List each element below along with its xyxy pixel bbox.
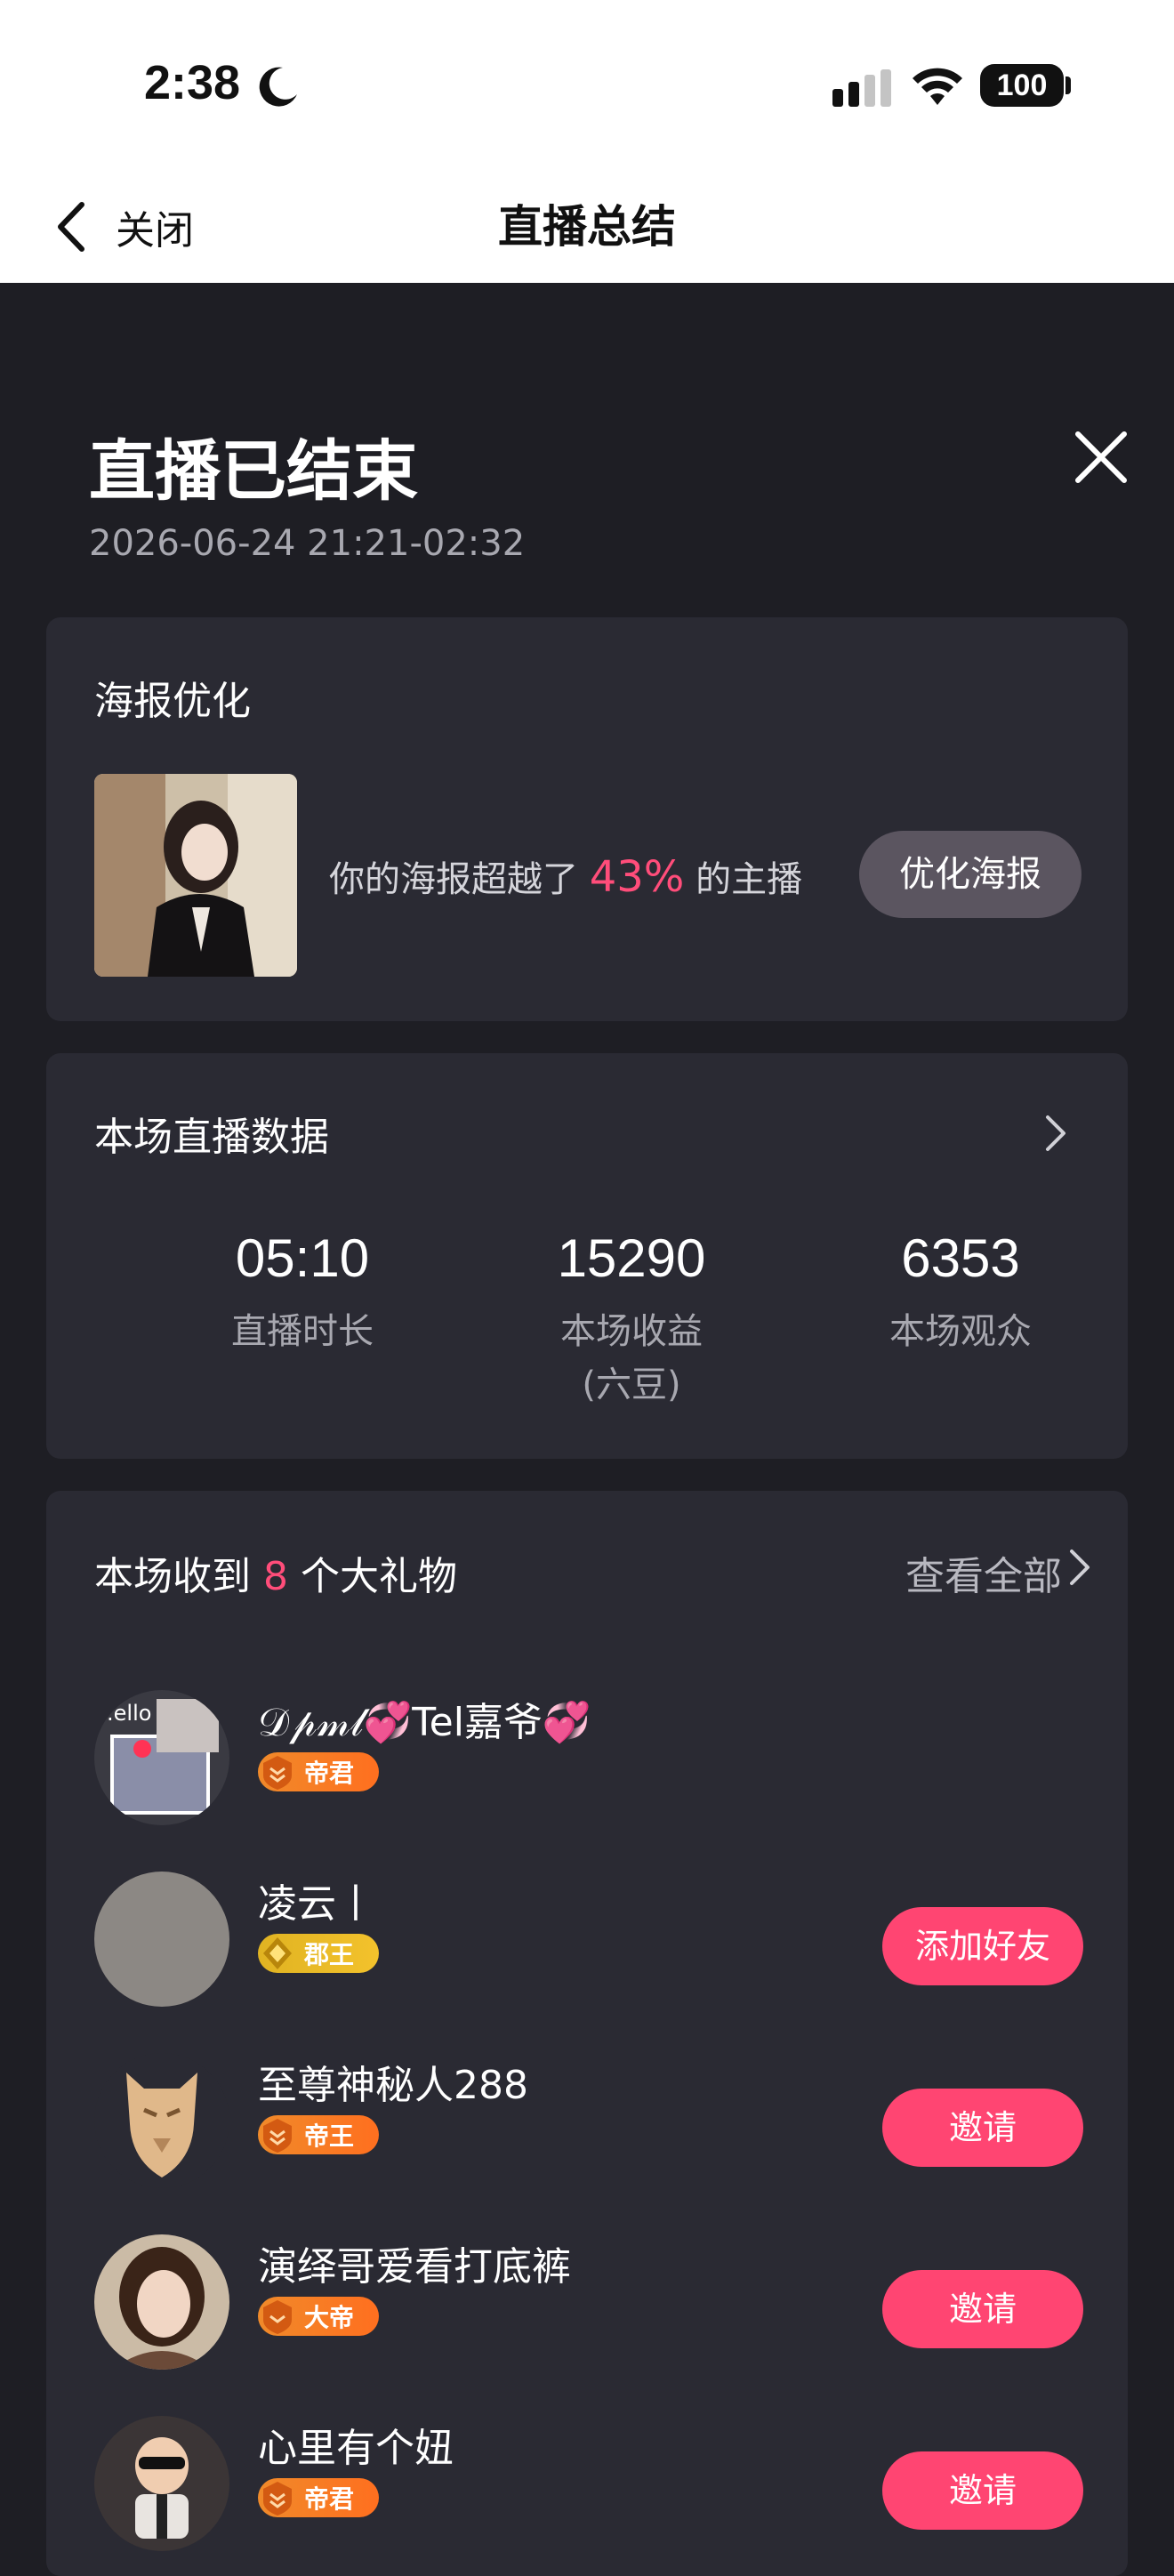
wifi-icon [913,68,962,105]
add-friend-button[interactable]: 添加好友 [882,1907,1083,1985]
rank-shield-icon [263,2300,292,2334]
poster-optimize-card: 海报优化 你的海报超越了 43% 的主播 优化海报 [46,617,1128,1021]
avatar-image [94,1872,229,2007]
stat-earnings: 15290 本场收益 (六豆) [498,1228,765,1412]
user-name: 𝒟𝓅𝓂𝓁💞Tel嘉爷💞 [258,1700,591,1745]
rank-badge: 帝王 [258,2115,379,2154]
avatar-image [94,2234,229,2370]
rank-badge: 帝君 [258,2478,379,2517]
live-time-range: 2026-06-24 21:21-02:32 [89,523,526,564]
status-time: 2:38 [144,56,241,109]
gifts-card: 本场收到 8 个大礼物 查看全部 .ello 𝒟𝓅𝓂𝓁💞Tel嘉爷💞 帝君 凌云… [46,1491,1128,2576]
rank-shield-icon [263,2119,292,2153]
avatar-image [94,2053,229,2188]
chevron-right-icon [1046,1115,1065,1151]
gift-user-row[interactable]: 心里有个妞 帝君 邀请 [46,2380,1128,2562]
poster-text-before: 你的海报超越了 [329,859,578,900]
avatar-image [94,2416,229,2551]
poster-percent: 43% [589,852,685,902]
stat-viewers: 6353 本场观众 [827,1228,1094,1358]
user-name: 至尊神秘人288 [258,2063,528,2108]
rank-shield-icon [263,1756,292,1790]
rank-badge-text: 郡王 [304,1940,355,1969]
page-title: 直播总结 [498,201,676,253]
invite-button[interactable]: 邀请 [882,2089,1083,2167]
rank-badge: 郡王 [258,1934,379,1973]
moon-icon [259,67,297,107]
invite-button[interactable]: 邀请 [882,2451,1083,2530]
rank-badge-text: 帝君 [304,1759,355,1788]
stat-value: 6353 [901,1228,1020,1288]
gifts-title-after: 个大礼物 [301,1554,457,1599]
rank-badge: 大帝 [258,2297,379,2336]
live-ended-title: 直播已结束 [89,433,418,510]
stat-label-unit: (六豆) [582,1364,681,1405]
stat-duration: 05:10 直播时长 [169,1228,436,1358]
gift-user-row[interactable]: 至尊神秘人288 帝王 邀请 [46,2017,1128,2199]
stat-label: 本场观众 [889,1311,1032,1352]
user-name: 凌云丨 [258,1881,375,1927]
gift-user-row[interactable]: .ello 𝒟𝓅𝓂𝓁💞Tel嘉爷💞 帝君 [46,1654,1128,1836]
nav-bar: 关闭 直播总结 [0,169,1174,283]
view-all-link[interactable]: 查看全部 [905,1544,1062,1601]
gifts-title-before: 本场收到 [94,1554,251,1599]
optimize-poster-button[interactable]: 优化海报 [859,831,1082,918]
rank-badge-text: 帝王 [304,2121,355,2151]
user-name: 心里有个妞 [258,2426,454,2471]
stat-label: 直播时长 [231,1311,374,1352]
poster-card-title: 海报优化 [94,679,251,724]
avatar[interactable] [94,2416,229,2551]
rank-badge: 帝君 [258,1752,379,1791]
stat-value: 05:10 [235,1228,370,1288]
poster-text-after: 的主播 [696,859,803,900]
svg-text:.ello: .ello [107,1701,151,1726]
poster-rank-text: 你的海报超越了 43% 的主播 [329,850,802,902]
rank-shield-icon [263,2482,292,2516]
poster-thumbnail[interactable] [94,774,297,977]
avatar[interactable]: .ello [94,1690,229,1825]
poster-image [94,774,297,977]
gifts-count: 8 [263,1554,288,1599]
avatar[interactable] [94,2234,229,2370]
live-data-card[interactable]: 本场直播数据 05:10 直播时长 15290 本场收益 (六豆) 6353 本… [46,1053,1128,1459]
invite-button[interactable]: 邀请 [882,2270,1083,2348]
stat-label: 本场收益 (六豆) [498,1305,765,1412]
stat-value: 15290 [557,1228,706,1288]
battery-indicator: 100 [980,64,1064,107]
live-ended-header: 直播已结束 [89,418,418,513]
close-icon[interactable] [1073,429,1130,486]
gift-user-row[interactable]: 演绎哥爱看打底裤 大帝 邀请 [46,2199,1128,2380]
rank-badge-text: 大帝 [304,2303,355,2332]
rank-badge-text: 帝君 [304,2484,355,2514]
avatar-image: .ello [94,1690,229,1825]
avatar[interactable] [94,1872,229,2007]
signal-icon [832,69,891,107]
status-bar: 2:38 100 [0,0,1174,169]
stat-label-main: 本场收益 [560,1311,703,1352]
user-name: 演绎哥爱看打底裤 [258,2244,571,2290]
chevron-right-icon[interactable] [1067,1548,1092,1587]
rank-diamond-icon [263,1937,292,1969]
gifts-title: 本场收到 8 个大礼物 [94,1544,457,1601]
avatar[interactable] [94,2053,229,2188]
battery-tip [1065,76,1071,94]
live-data-title: 本场直播数据 [94,1115,329,1160]
gift-user-row[interactable]: 凌云丨 郡王 添加好友 [46,1836,1128,2017]
